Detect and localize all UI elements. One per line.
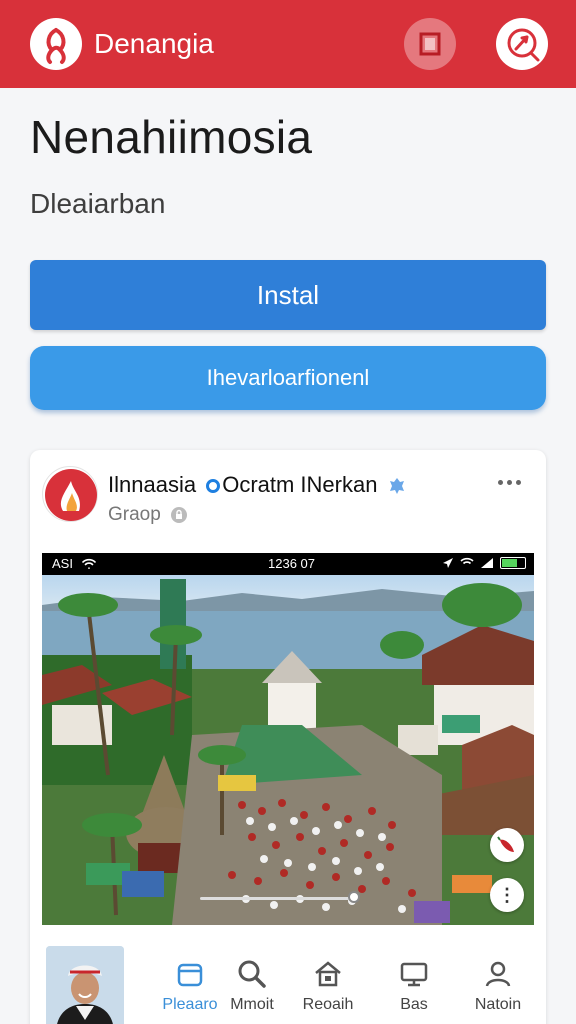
page-title: Nenahiimosia [30,111,313,163]
like-button[interactable] [490,828,524,862]
scrubber-handle[interactable] [348,891,360,903]
location-icon [443,558,453,568]
profile-photo[interactable] [46,946,124,1024]
info-icon: ⋮ [498,884,516,905]
battery-icon [500,557,526,569]
badge-icon [389,478,404,495]
ring-icon [206,479,221,494]
page-subtitle: Dleaiarban [30,188,166,219]
author-name: Ilnnaasia [108,472,197,497]
nav-item-3[interactable]: Reoaih [288,958,368,1014]
post-author[interactable]: Ilnnaasia Ocratm INerkan [108,472,406,498]
post-meta: Graop [108,504,188,526]
wifi-icon [82,558,96,569]
post-card: Ilnnaasia Ocratm INerkan Graop ASI 1236 … [30,450,546,1024]
nav-item-2[interactable]: Mmoit [212,958,292,1014]
status-time: 1236 07 [268,556,315,571]
nav-label-4: Bas [400,996,428,1013]
info-button[interactable]: ⋮ [490,878,524,912]
carrier-label: ASI [52,556,73,571]
person-icon [485,961,511,987]
nav-label-3: Reoaih [302,996,354,1013]
app-header: Denangia [0,0,576,88]
chat-button[interactable] [496,18,548,70]
nav-label-5: Natoin [474,996,522,1013]
square-button[interactable] [404,18,456,70]
status-bar: ASI 1236 07 [42,553,534,575]
nav-item-4[interactable]: Bas [374,958,454,1014]
nav-label-2: Mmoit [230,996,274,1013]
search-icon [238,960,266,988]
main-content: Nenahiimosia Dleaiarban Instal Ihevarloa… [0,88,576,1024]
status-icons [442,557,526,569]
flower-logo-icon[interactable] [30,18,82,70]
home-icon [315,961,341,987]
video-scrubber[interactable] [200,897,356,900]
chat-compass-icon [507,28,540,62]
secondary-button[interactable]: Ihevarloarfionenl [30,346,546,410]
app-title: Denangia [94,28,214,59]
author-tag: Ocratm INerkan [222,472,378,497]
wifi-icon [460,557,474,565]
nav-item-5[interactable]: Natoin [458,958,538,1014]
lock-icon [171,506,188,523]
monitor-icon [400,962,428,987]
post-image[interactable]: ASI 1236 07 ⋮ [42,553,534,925]
chili-icon [497,836,514,852]
signal-icon [481,558,493,568]
install-button[interactable]: Instal [30,260,546,330]
square-icon [419,32,441,56]
box-icon [177,963,203,987]
bottom-nav: Pleaaro Mmoit Reoaih Bas Natoin [30,940,546,1024]
more-options-icon[interactable] [498,474,528,490]
flame-avatar-icon[interactable] [42,466,98,522]
festival-scene-image [42,575,534,925]
group-label: Graop [108,504,161,525]
